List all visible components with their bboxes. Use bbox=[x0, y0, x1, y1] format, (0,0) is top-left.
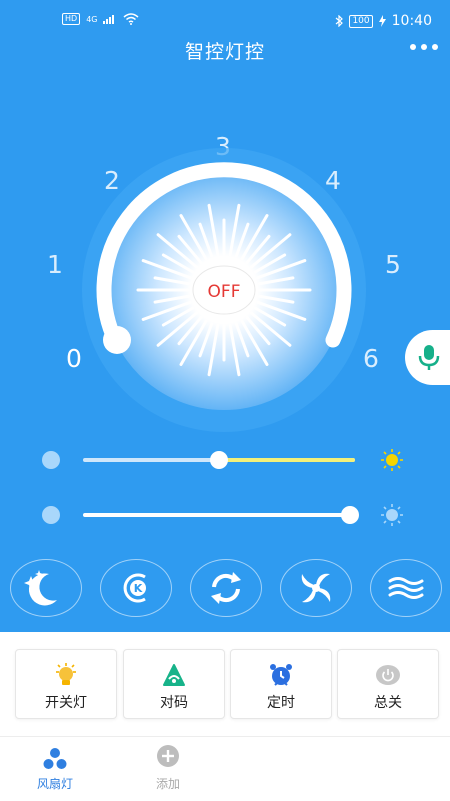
bottom-tab-bar: 风扇灯 添加 bbox=[0, 736, 450, 801]
refresh-icon bbox=[211, 572, 241, 604]
fan-icon bbox=[43, 748, 67, 769]
pairing-icon bbox=[163, 664, 185, 686]
power-state-label: OFF bbox=[208, 282, 241, 302]
color-temp-slider[interactable] bbox=[0, 500, 450, 530]
light-sun-icon bbox=[381, 504, 403, 526]
wind-waves-icon bbox=[388, 577, 424, 599]
svg-text:K: K bbox=[134, 582, 143, 595]
bright-sun-icon bbox=[381, 449, 403, 471]
master-off-card[interactable]: 总关 bbox=[337, 649, 439, 719]
night-mode-button[interactable] bbox=[10, 559, 82, 617]
brightness-slider[interactable] bbox=[0, 445, 450, 475]
tab-fan-light-label: 风扇灯 bbox=[36, 777, 73, 791]
cool-dot-icon bbox=[42, 506, 60, 524]
light-switch-label: 开关灯 bbox=[45, 695, 87, 711]
alarm-clock-icon bbox=[270, 664, 292, 686]
microphone-icon bbox=[418, 345, 440, 370]
fan-swirl-icon bbox=[301, 573, 331, 603]
speed-dial[interactable]: OFF bbox=[0, 0, 450, 632]
wind-mode-button[interactable] bbox=[370, 559, 442, 617]
pairing-label: 对码 bbox=[160, 695, 188, 711]
add-icon bbox=[157, 745, 179, 767]
moon-stars-icon bbox=[24, 570, 57, 606]
dial-knob[interactable] bbox=[103, 326, 131, 354]
color-temp-thumb[interactable] bbox=[341, 506, 359, 524]
control-panel: HD 4G 100 10:40 智控灯控 0 1 2 3 4 5 6 OFF K bbox=[0, 0, 450, 632]
pairing-card[interactable]: 对码 bbox=[123, 649, 225, 719]
brightness-thumb[interactable] bbox=[210, 451, 228, 469]
bulb-icon bbox=[56, 663, 76, 685]
light-switch-card[interactable]: 开关灯 bbox=[15, 649, 117, 719]
k-button-icon: K bbox=[123, 573, 146, 603]
timer-card[interactable]: 定时 bbox=[230, 649, 332, 719]
timer-label: 定时 bbox=[267, 695, 295, 711]
power-icon bbox=[376, 665, 400, 685]
k-mode-button[interactable]: K bbox=[100, 559, 172, 617]
master-off-label: 总关 bbox=[374, 695, 402, 711]
tab-fan-light[interactable]: 风扇灯 bbox=[10, 737, 100, 801]
cycle-mode-button[interactable] bbox=[190, 559, 262, 617]
tab-add-label: 添加 bbox=[155, 777, 180, 791]
fan-mode-button[interactable] bbox=[280, 559, 352, 617]
dim-icon bbox=[42, 451, 60, 469]
tab-add[interactable]: 添加 bbox=[123, 737, 213, 801]
